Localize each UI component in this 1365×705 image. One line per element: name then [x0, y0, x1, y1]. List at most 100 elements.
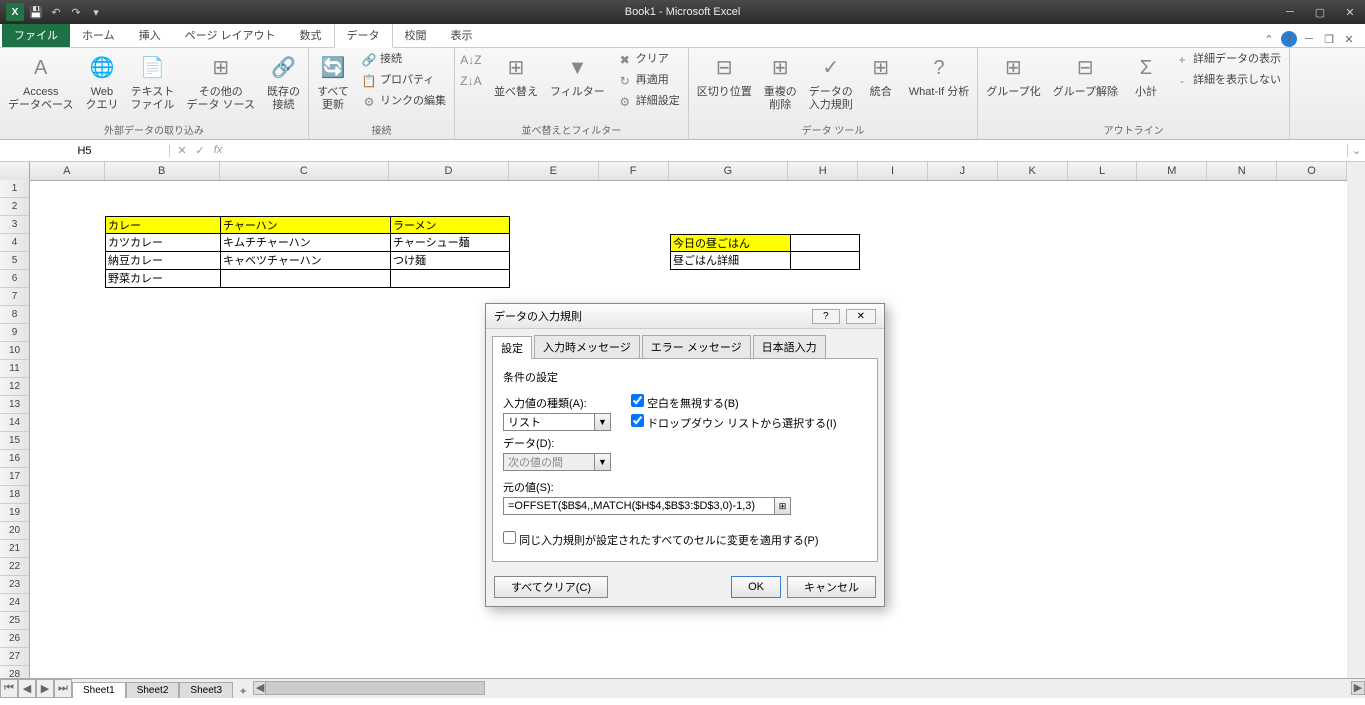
- cell-C3[interactable]: チャーハン: [220, 216, 390, 234]
- from-text-button[interactable]: 📄テキスト ファイル: [126, 50, 178, 114]
- tab-view[interactable]: 表示: [439, 23, 485, 47]
- col-header-G[interactable]: G: [669, 162, 789, 180]
- row-header-25[interactable]: 25: [0, 612, 29, 630]
- row-header-20[interactable]: 20: [0, 522, 29, 540]
- col-header-O[interactable]: O: [1277, 162, 1347, 180]
- reapply-button[interactable]: ↻再適用: [613, 71, 684, 91]
- cell-D4[interactable]: チャーシュー麺: [390, 234, 510, 252]
- row-header-12[interactable]: 12: [0, 378, 29, 396]
- filter-button[interactable]: ▼フィルター: [546, 50, 609, 101]
- show-detail-button[interactable]: +詳細データの表示: [1170, 50, 1285, 70]
- cancel-button[interactable]: キャンセル: [787, 576, 876, 598]
- ribbon-minimize-icon[interactable]: ⌃: [1261, 31, 1277, 47]
- row-header-15[interactable]: 15: [0, 432, 29, 450]
- vertical-scrollbar[interactable]: [1347, 162, 1365, 678]
- col-header-D[interactable]: D: [389, 162, 509, 180]
- row-header-22[interactable]: 22: [0, 558, 29, 576]
- row-header-16[interactable]: 16: [0, 450, 29, 468]
- hscroll-right-icon[interactable]: ▶: [1351, 681, 1365, 695]
- workbook-minimize-icon[interactable]: ─: [1301, 31, 1317, 47]
- name-box[interactable]: H5: [0, 145, 170, 157]
- cell-C4[interactable]: キムチチャーハン: [220, 234, 390, 252]
- hide-detail-button[interactable]: -詳細を表示しない: [1170, 71, 1285, 91]
- sort-az-button[interactable]: A↓Z: [459, 50, 486, 70]
- row-header-13[interactable]: 13: [0, 396, 29, 414]
- connections-button[interactable]: 🔗接続: [357, 50, 450, 70]
- apply-all-checkbox[interactable]: 同じ入力規則が設定されたすべてのセルに変更を適用する(P): [503, 535, 819, 547]
- col-header-A[interactable]: A: [30, 162, 105, 180]
- row-header-28[interactable]: 28: [0, 666, 29, 678]
- formula-bar-expand-icon[interactable]: ⌄: [1347, 144, 1365, 157]
- col-header-I[interactable]: I: [858, 162, 928, 180]
- cell-D3[interactable]: ラーメン: [390, 216, 510, 234]
- from-web-button[interactable]: 🌐Web クエリ: [81, 50, 122, 114]
- properties-button[interactable]: 📋プロパティ: [357, 71, 450, 91]
- workbook-close-icon[interactable]: ✕: [1341, 31, 1357, 47]
- row-header-26[interactable]: 26: [0, 630, 29, 648]
- col-header-J[interactable]: J: [928, 162, 998, 180]
- cell-B3[interactable]: カレー: [105, 216, 220, 234]
- advanced-filter-button[interactable]: ⚙詳細設定: [613, 92, 684, 112]
- dialog-tab-error-alert[interactable]: エラー メッセージ: [642, 335, 751, 358]
- from-access-button[interactable]: AAccess データベース: [4, 50, 77, 114]
- row-header-21[interactable]: 21: [0, 540, 29, 558]
- edit-links-button[interactable]: ⚙リンクの編集: [357, 92, 450, 112]
- dialog-titlebar[interactable]: データの入力規則 ? ✕: [486, 304, 884, 329]
- undo-icon[interactable]: ↶: [48, 4, 64, 20]
- col-header-B[interactable]: B: [105, 162, 220, 180]
- text-to-columns-button[interactable]: ⊟区切り位置: [693, 50, 756, 101]
- cancel-formula-icon[interactable]: ✕: [174, 144, 190, 157]
- from-other-button[interactable]: ⊞その他の データ ソース: [182, 50, 259, 114]
- col-header-H[interactable]: H: [788, 162, 858, 180]
- row-header-24[interactable]: 24: [0, 594, 29, 612]
- cell-D6[interactable]: [390, 270, 510, 288]
- whatif-button[interactable]: ?What-If 分析: [905, 50, 974, 101]
- hscroll-thumb[interactable]: [265, 681, 485, 695]
- sheet-nav-first[interactable]: ⏮: [0, 679, 18, 698]
- row-header-6[interactable]: 6: [0, 270, 29, 288]
- tab-review[interactable]: 校閲: [393, 23, 439, 47]
- sort-button[interactable]: ⊞並べ替え: [490, 50, 542, 101]
- cell-C5[interactable]: キャベツチャーハン: [220, 252, 390, 270]
- dialog-tab-settings[interactable]: 設定: [492, 336, 532, 359]
- sheet-nav-next[interactable]: ▶: [36, 679, 54, 698]
- row-header-10[interactable]: 10: [0, 342, 29, 360]
- cell-D5[interactable]: つけ麺: [390, 252, 510, 270]
- cell-G4[interactable]: 今日の昼ごはん: [670, 234, 790, 252]
- row-header-9[interactable]: 9: [0, 324, 29, 342]
- sheet-tab-1[interactable]: Sheet1: [72, 682, 126, 698]
- row-header-23[interactable]: 23: [0, 576, 29, 594]
- allow-combo[interactable]: ▼: [503, 413, 611, 431]
- row-header-19[interactable]: 19: [0, 504, 29, 522]
- clear-all-button[interactable]: すべてクリア(C): [494, 576, 608, 598]
- row-header-1[interactable]: 1: [0, 180, 29, 198]
- dialog-close-button[interactable]: ✕: [846, 309, 876, 324]
- row-header-2[interactable]: 2: [0, 198, 29, 216]
- workbook-restore-icon[interactable]: ❐: [1321, 31, 1337, 47]
- row-header-3[interactable]: 3: [0, 216, 29, 234]
- tab-pagelayout[interactable]: ページ レイアウト: [173, 23, 288, 47]
- col-header-M[interactable]: M: [1137, 162, 1207, 180]
- cell-H5[interactable]: [790, 252, 860, 270]
- row-header-5[interactable]: 5: [0, 252, 29, 270]
- cell-G5[interactable]: 昼ごはん詳細: [670, 252, 790, 270]
- col-header-E[interactable]: E: [509, 162, 599, 180]
- row-header-18[interactable]: 18: [0, 486, 29, 504]
- col-header-K[interactable]: K: [998, 162, 1068, 180]
- row-header-14[interactable]: 14: [0, 414, 29, 432]
- enter-formula-icon[interactable]: ✓: [192, 144, 208, 157]
- row-header-4[interactable]: 4: [0, 234, 29, 252]
- select-all-corner[interactable]: [0, 162, 30, 180]
- row-header-27[interactable]: 27: [0, 648, 29, 666]
- source-field[interactable]: ⊞: [503, 497, 791, 515]
- cell-H4[interactable]: [790, 234, 860, 252]
- ignore-blank-checkbox[interactable]: 空白を無視する(B): [631, 398, 739, 410]
- allow-input[interactable]: [504, 414, 594, 430]
- sheet-nav-prev[interactable]: ◀: [18, 679, 36, 698]
- tab-data[interactable]: データ: [334, 22, 393, 48]
- tab-formulas[interactable]: 数式: [288, 23, 334, 47]
- new-sheet-button[interactable]: ✦: [233, 683, 253, 698]
- consolidate-button[interactable]: ⊞統合: [861, 50, 901, 101]
- save-icon[interactable]: 💾: [28, 4, 44, 20]
- qat-dropdown-icon[interactable]: ▾: [88, 4, 104, 20]
